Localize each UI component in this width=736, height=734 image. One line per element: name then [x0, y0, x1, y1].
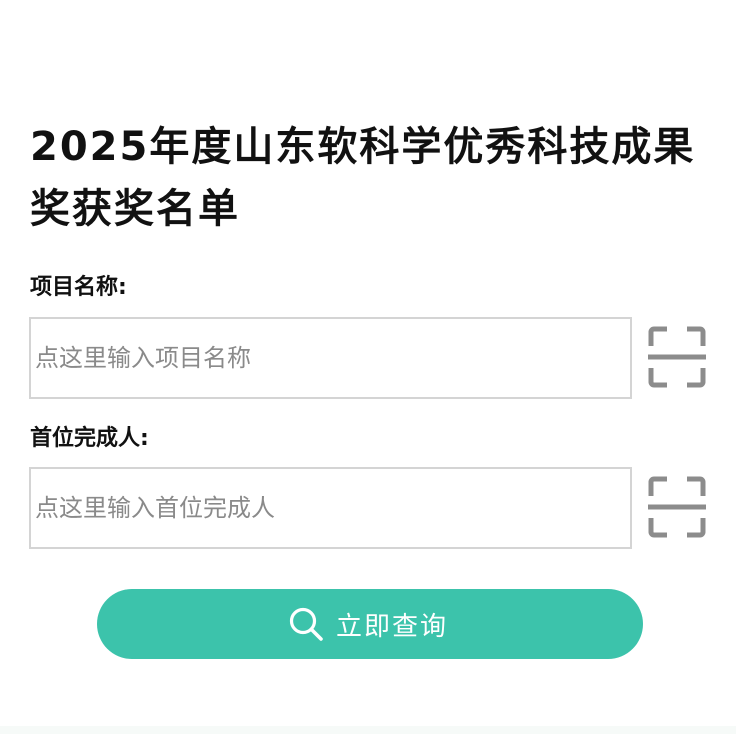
first-completer-input[interactable] [29, 467, 632, 549]
page-title: 2025年度山东软科学优秀科技成果奖获奖名单 [30, 124, 696, 232]
project-name-label: 项目名称: [30, 275, 127, 300]
query-card: 2025年度山东软科学优秀科技成果奖获奖名单 项目名称: 首位完成人: [0, 0, 736, 726]
scan-icon [648, 326, 706, 388]
first-completer-scan-button[interactable] [648, 476, 706, 538]
search-button[interactable]: 立即查询 [97, 589, 643, 659]
search-icon [289, 607, 323, 641]
project-name-input[interactable] [29, 317, 632, 399]
scan-icon [648, 476, 706, 538]
first-completer-label: 首位完成人: [30, 426, 149, 451]
project-name-scan-button[interactable] [648, 326, 706, 388]
search-button-label: 立即查询 [335, 611, 448, 642]
